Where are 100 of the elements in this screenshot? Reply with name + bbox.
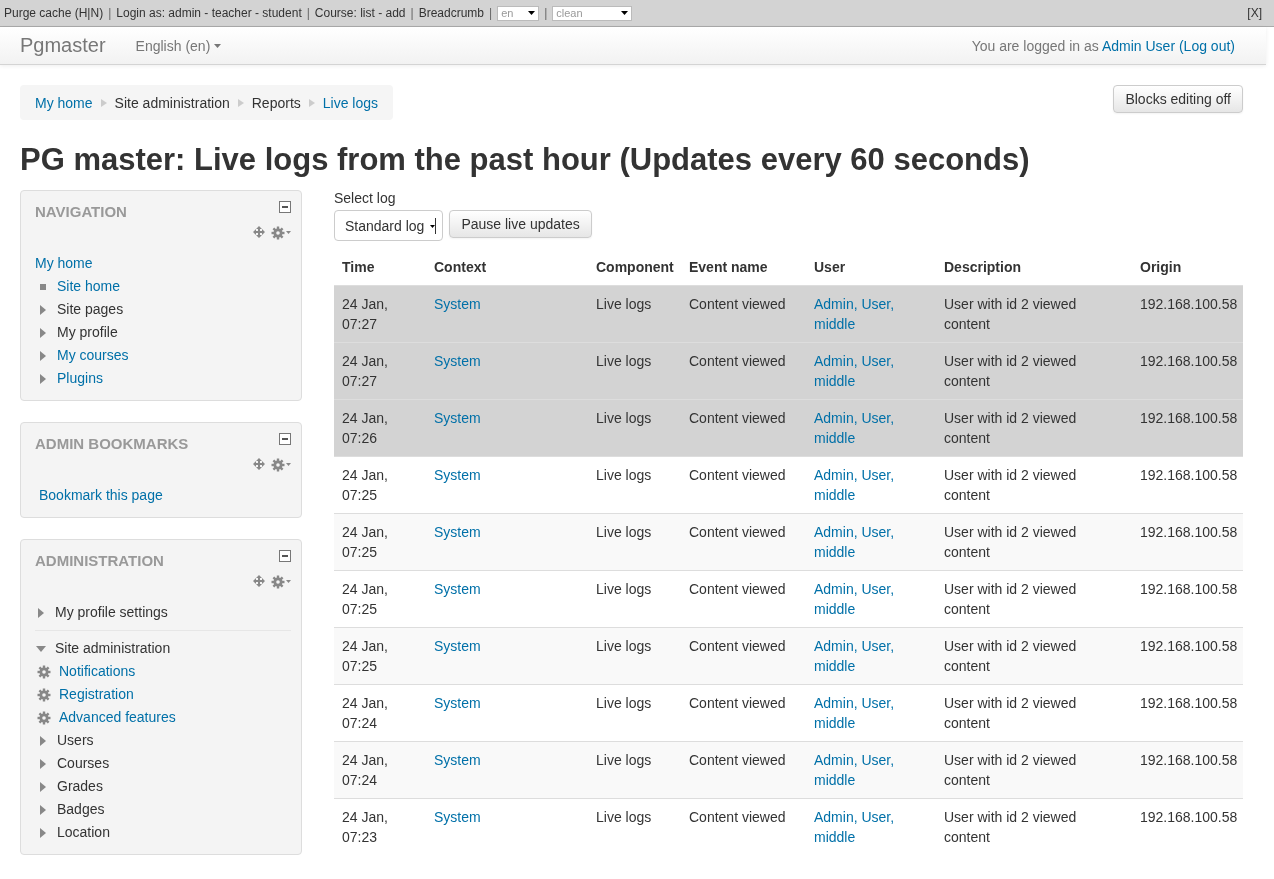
nav-link[interactable]: Registration: [59, 683, 134, 706]
table-cell: Live logs: [588, 285, 681, 343]
pause-button[interactable]: Pause live updates: [449, 210, 592, 238]
table-cell: Content viewed: [681, 627, 806, 685]
dev-link[interactable]: Course: list - add: [314, 6, 406, 20]
user-link[interactable]: Admin, User, middle: [814, 294, 928, 334]
table-cell: User with id 2 viewed content: [936, 399, 1132, 457]
site-name[interactable]: Pgmaster: [20, 34, 106, 57]
nav-link[interactable]: Advanced features: [59, 706, 176, 729]
table-cell: 192.168.100.58: [1132, 741, 1243, 799]
table-cell: 24 Jan, 07:23: [334, 798, 426, 855]
table-cell: User with id 2 viewed content: [936, 798, 1132, 855]
nav-link[interactable]: Site home: [57, 275, 121, 298]
gear-icon: [271, 458, 291, 472]
separator-triangle-icon: [100, 98, 107, 107]
column-header: Event name: [681, 249, 806, 286]
gear-icon: [271, 575, 291, 589]
caret-icon: [214, 43, 222, 48]
context-link[interactable]: System: [434, 294, 580, 314]
logout-link[interactable]: (Log out): [1178, 37, 1235, 54]
nav-item[interactable]: Location: [57, 821, 110, 844]
language-menu[interactable]: English (en): [135, 37, 222, 54]
nav-link[interactable]: My home: [35, 252, 93, 275]
user-link[interactable]: Admin, User, middle: [814, 636, 928, 676]
nav-item[interactable]: Badges: [57, 798, 105, 821]
blocks-editing-button[interactable]: Blocks editing off: [1113, 85, 1243, 113]
nav-item[interactable]: Grades: [57, 775, 103, 798]
close-link[interactable]: [X]: [1247, 6, 1262, 20]
block-title: ADMINISTRATION: [35, 552, 164, 569]
user-link[interactable]: Admin, User, middle: [814, 750, 928, 790]
column-header: Origin: [1132, 249, 1243, 286]
user-link[interactable]: Admin, User, middle: [814, 408, 928, 448]
path-link[interactable]: Live logs: [322, 94, 379, 111]
separator-text: |: [410, 6, 414, 20]
column-header: Time: [334, 249, 426, 286]
user-link[interactable]: Admin, User, middle: [814, 522, 928, 562]
collapse-icon: [279, 550, 291, 562]
table-cell: Content viewed: [681, 285, 806, 343]
nav-item[interactable]: Courses: [57, 752, 110, 775]
context-link[interactable]: System: [434, 522, 580, 542]
column-header: Context: [426, 249, 588, 286]
context-link[interactable]: System: [434, 465, 580, 485]
dev-link[interactable]: Breadcrumb: [418, 6, 485, 20]
column-header: Description: [936, 249, 1132, 286]
path-item[interactable]: Site administration: [114, 94, 230, 111]
table-cell: User with id 2 viewed content: [936, 741, 1132, 799]
nav-item[interactable]: My profile settings: [55, 601, 168, 624]
caret-icon: [528, 11, 536, 15]
nav-link[interactable]: My courses: [57, 344, 129, 367]
table-cell: Live logs: [588, 627, 681, 685]
context-link[interactable]: System: [434, 351, 580, 371]
dev-link[interactable]: Login as: admin - teacher - student: [116, 6, 302, 20]
separator-text: |: [108, 6, 112, 20]
log-select[interactable]: Standard log: [334, 210, 444, 241]
theme-select[interactable]: clean: [552, 5, 633, 21]
user-link[interactable]: Admin, User, middle: [814, 465, 928, 505]
separator-triangle-icon: [308, 98, 315, 107]
square-bullet-icon: [40, 283, 46, 290]
table-cell: Live logs: [588, 342, 681, 400]
nav-item[interactable]: Users: [57, 729, 94, 752]
context-link[interactable]: System: [434, 579, 580, 599]
user-link[interactable]: Admin, User, middle: [814, 351, 928, 391]
move-icon: [253, 575, 265, 587]
move-icon: [253, 458, 265, 470]
table-cell: Live logs: [588, 741, 681, 799]
nav-item[interactable]: Site pages: [57, 298, 124, 321]
user-link[interactable]: Admin, User, middle: [814, 807, 928, 847]
context-link[interactable]: System: [434, 750, 580, 770]
table-cell: 192.168.100.58: [1132, 627, 1243, 685]
table-cell: User with id 2 viewed content: [936, 285, 1132, 343]
user-link[interactable]: Admin, User, middle: [814, 579, 928, 619]
separator-text: |: [489, 6, 493, 20]
user-link[interactable]: Admin, User, middle: [814, 693, 928, 733]
table-cell: 192.168.100.58: [1132, 285, 1243, 343]
page-heading: PG master: Live logs from the past hour (Updates every 60 seconds): [20, 142, 1031, 178]
table-cell: 192.168.100.58: [1132, 513, 1243, 571]
table-cell: 192.168.100.58: [1132, 342, 1243, 400]
context-link[interactable]: System: [434, 408, 580, 428]
path-link[interactable]: My home: [35, 94, 93, 111]
table-cell: Live logs: [588, 798, 681, 855]
separator-triangle-icon: [237, 98, 244, 107]
nav-item[interactable]: My profile: [57, 321, 118, 344]
table-cell: Live logs: [588, 399, 681, 457]
gear-icon: [37, 687, 51, 702]
path-item[interactable]: Reports: [251, 94, 301, 111]
nav-link[interactable]: Plugins: [57, 367, 103, 390]
table-cell: User with id 2 viewed content: [936, 627, 1132, 685]
block-title: ADMIN BOOKMARKS: [35, 435, 189, 452]
caret-icon: [429, 217, 437, 234]
nav-link[interactable]: Notifications: [59, 660, 136, 683]
language-select[interactable]: en: [497, 5, 540, 21]
dev-link[interactable]: Purge cache (H|N): [4, 6, 104, 20]
context-link[interactable]: System: [434, 636, 580, 656]
caret-icon: [621, 11, 629, 15]
nav-link[interactable]: Bookmark this page: [39, 484, 163, 507]
context-link[interactable]: System: [434, 807, 580, 827]
nav-item[interactable]: Site administration: [55, 637, 171, 660]
user-link[interactable]: Admin User: [1101, 37, 1176, 54]
table-cell: 192.168.100.58: [1132, 399, 1243, 457]
context-link[interactable]: System: [434, 693, 580, 713]
